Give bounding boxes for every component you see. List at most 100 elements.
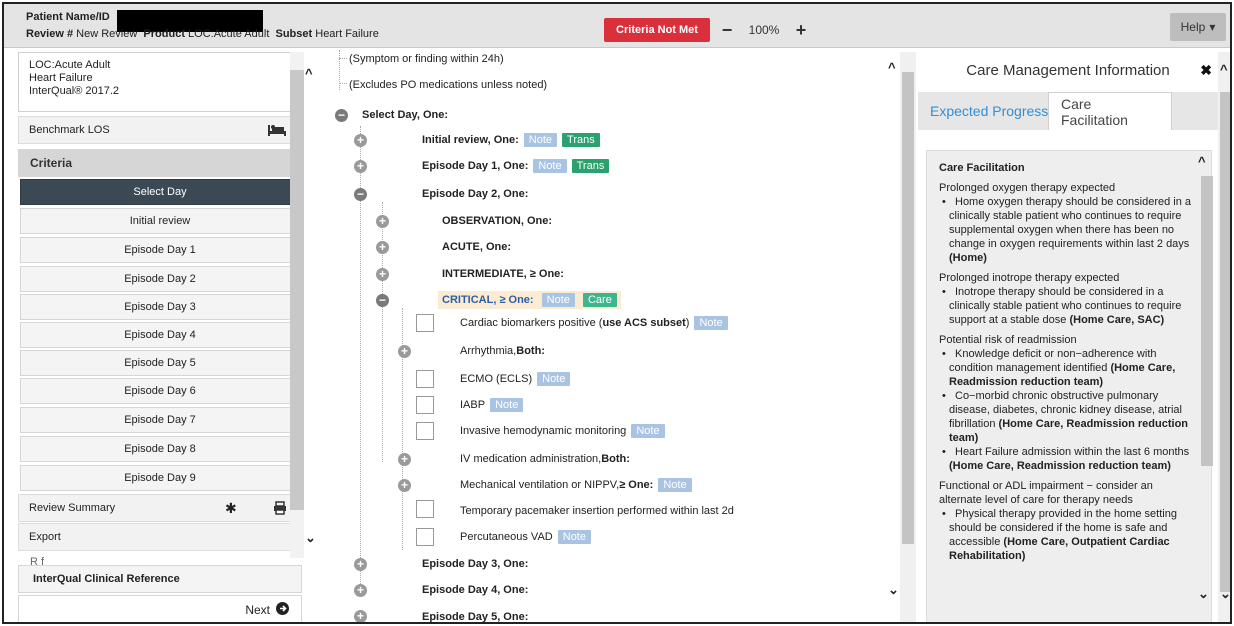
checkbox[interactable] [416, 396, 434, 414]
export-item[interactable]: Export [18, 523, 302, 551]
arrhythmia-node: Arrhythmia, Both: [460, 345, 545, 357]
trans-tag[interactable]: Trans [571, 159, 610, 173]
note-tag[interactable]: Note [490, 398, 524, 412]
expand-icon[interactable]: + [354, 558, 367, 571]
expand-icon[interactable]: + [354, 584, 367, 597]
expand-icon[interactable]: + [398, 345, 411, 358]
note-tag[interactable]: Note [557, 530, 591, 544]
help-label: Help [1180, 20, 1206, 34]
chevron-up-icon[interactable]: ^ [888, 60, 896, 75]
checkbox[interactable] [416, 314, 434, 332]
care-tag[interactable]: Care [582, 293, 617, 307]
note-tag[interactable]: Note [523, 133, 558, 147]
sidebar-item-select-day[interactable]: Select Day [20, 179, 300, 205]
close-icon[interactable]: ✖ [1200, 62, 1212, 79]
chevron-down-icon[interactable]: ⌄ [888, 582, 899, 598]
sidebar-item-episode-day-7[interactable]: Episode Day 7 [20, 407, 300, 433]
expand-icon[interactable]: + [376, 268, 389, 281]
chevron-up-icon[interactable]: ^ [1220, 62, 1228, 77]
collapse-icon[interactable]: − [354, 188, 367, 201]
sidebar-item-episode-day-2[interactable]: Episode Day 2 [20, 266, 300, 292]
chevron-down-icon[interactable]: ⌄ [1220, 586, 1230, 602]
zoom-out-button[interactable]: − [716, 18, 738, 42]
temporary-pacemaker-node: Temporary pacemaker insertion performed … [460, 505, 734, 517]
tab-expected-progress[interactable]: Expected Progress [918, 92, 1060, 130]
help-menu-button[interactable]: Help ▾ [1170, 13, 1226, 41]
sidebar-scroll-thumb[interactable] [290, 70, 304, 510]
ecmo-node: ECMO (ECLS) Note [460, 368, 571, 390]
chevron-down-icon[interactable]: ⌄ [1198, 586, 1209, 602]
note-tag[interactable]: Note [658, 478, 692, 492]
group-title: Functional or ADL impairment − consider … [939, 480, 1153, 506]
subset-label: Subset [275, 28, 313, 40]
lob-line: Heart Failure [29, 72, 93, 84]
checkbox[interactable] [416, 370, 434, 388]
patient-name-label: Patient Name/ID [26, 11, 110, 23]
expand-icon[interactable]: + [376, 215, 389, 228]
sidebar-item-initial-review[interactable]: Initial review [20, 208, 300, 234]
chevron-down-icon[interactable]: ⌄ [305, 530, 316, 546]
header-bar: Patient Name/ID Review # New Review Prod… [4, 4, 1230, 48]
next-button[interactable]: Next [18, 595, 302, 622]
episode-day-5-node: Episode Day 5, One: [422, 611, 529, 623]
subset-value: Heart Failure [315, 28, 379, 40]
sidebar: LOC:Acute Adult Heart Failure InterQual®… [18, 52, 302, 622]
checkbox[interactable] [416, 500, 434, 518]
bed-icon[interactable] [267, 123, 287, 140]
page-scrollbar[interactable] [1218, 52, 1230, 622]
sidebar-item-episode-day-9[interactable]: Episode Day 9 [20, 465, 300, 491]
sidebar-item-episode-day-4[interactable]: Episode Day 4 [20, 322, 300, 348]
bullet-item: • Inotrope therapy should be considered i… [942, 286, 1182, 326]
expand-icon[interactable]: + [398, 453, 411, 466]
sidebar-scrollbar[interactable] [290, 52, 304, 558]
collapse-icon[interactable]: − [335, 109, 348, 122]
expand-icon[interactable]: + [354, 610, 367, 622]
page-scroll-thumb[interactable] [1220, 92, 1230, 592]
zoom-control: − 100% + [716, 18, 812, 42]
chevron-up-icon[interactable]: ^ [305, 66, 313, 81]
initial-review-node: Initial review, One: Note Trans [422, 129, 600, 151]
zoom-in-button[interactable]: + [790, 18, 812, 42]
group-title: Prolonged inotrope therapy expected [939, 272, 1120, 284]
sidebar-item-episode-day-1[interactable]: Episode Day 1 [20, 237, 300, 263]
checkbox[interactable] [416, 422, 434, 440]
invasive-monitoring-node: Invasive hemodynamic monitoring Note [460, 420, 665, 442]
note-tag[interactable]: Note [537, 372, 571, 386]
note-tag[interactable]: Note [694, 316, 728, 330]
print-icon[interactable] [273, 501, 287, 518]
chevron-up-icon[interactable]: ^ [1198, 154, 1206, 169]
sidebar-item-episode-day-5[interactable]: Episode Day 5 [20, 350, 300, 376]
criteria-status-button[interactable]: Criteria Not Met [604, 18, 710, 42]
sidebar-item-episode-day-8[interactable]: Episode Day 8 [20, 436, 300, 462]
criteria-tree: (Symptom or finding within 24h) (Exclude… [322, 50, 902, 623]
review-summary-item[interactable]: Review Summary ✱ [18, 494, 302, 522]
collapse-icon[interactable]: − [376, 294, 389, 307]
criteria-header: Criteria [18, 149, 302, 177]
care-management-panel: Care Management Information ✖ Expected P… [918, 50, 1218, 622]
note-tag[interactable]: Note [631, 424, 665, 438]
expand-icon[interactable]: + [354, 134, 367, 147]
benchmark-los-label: Benchmark LOS [29, 124, 110, 136]
benchmark-los-item[interactable]: Benchmark LOS [18, 116, 302, 144]
review-value: New Review [76, 28, 138, 40]
trans-tag[interactable]: Trans [562, 133, 600, 147]
panel-title: Care Management Information [966, 61, 1170, 79]
sidebar-item-episode-day-6[interactable]: Episode Day 6 [20, 378, 300, 404]
tree-scrollbar[interactable] [900, 52, 916, 622]
percutaneous-vad-node: Percutaneous VAD Note [460, 526, 591, 548]
clinical-reference-item[interactable]: InterQual Clinical Reference [18, 565, 302, 593]
tree-scroll-thumb[interactable] [902, 72, 914, 544]
note-tag[interactable]: Note [533, 159, 567, 173]
panel-scroll-thumb[interactable] [1201, 176, 1213, 466]
episode-day-4-node: Episode Day 4, One: [422, 584, 529, 596]
review-meta: Review # New Review Product LOC:Acute Ad… [26, 28, 379, 40]
note-tag[interactable]: Note [541, 293, 575, 307]
checkbox[interactable] [416, 528, 434, 546]
gear-icon[interactable]: ✱ [225, 500, 237, 517]
tab-care-facilitation[interactable]: Care Facilitation [1048, 92, 1172, 130]
sidebar-item-episode-day-3[interactable]: Episode Day 3 [20, 294, 300, 320]
episode-day-3-node: Episode Day 3, One: [422, 558, 529, 570]
expand-icon[interactable]: + [398, 479, 411, 492]
expand-icon[interactable]: + [354, 160, 367, 173]
expand-icon[interactable]: + [376, 241, 389, 254]
